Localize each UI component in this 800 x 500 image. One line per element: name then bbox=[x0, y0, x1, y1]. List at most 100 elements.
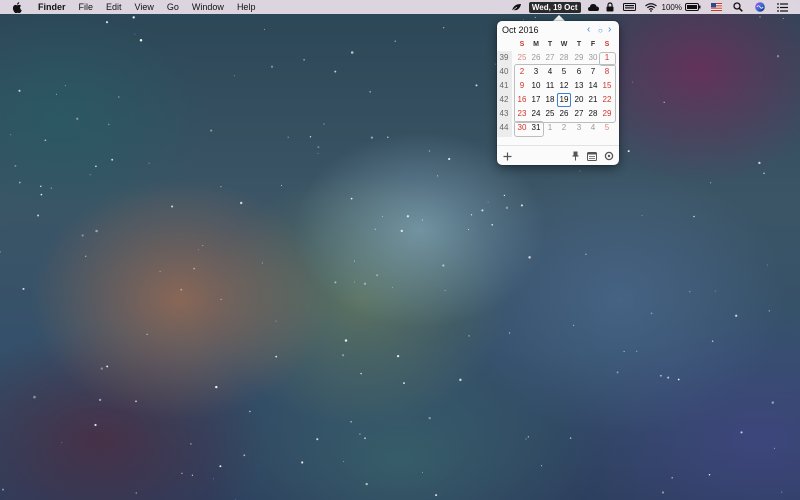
star bbox=[317, 146, 320, 149]
flag-us-icon[interactable] bbox=[710, 0, 722, 14]
calendar-day[interactable]: 10 bbox=[529, 79, 543, 93]
today-button[interactable]: ○ bbox=[598, 25, 603, 36]
calendar-day[interactable]: 5 bbox=[557, 65, 571, 79]
calendar-day-today[interactable]: 19 bbox=[557, 93, 571, 107]
star bbox=[33, 395, 36, 399]
star bbox=[365, 482, 368, 486]
menu-file[interactable]: File bbox=[79, 0, 94, 14]
star bbox=[428, 416, 431, 420]
star bbox=[18, 89, 21, 92]
calendar-day[interactable]: 25 bbox=[515, 51, 529, 65]
calendar-day[interactable]: 2 bbox=[515, 65, 529, 79]
menu-go[interactable]: Go bbox=[167, 0, 179, 14]
calendar-day[interactable]: 3 bbox=[529, 65, 543, 79]
lock-icon[interactable] bbox=[605, 0, 615, 14]
star bbox=[180, 288, 183, 291]
star bbox=[781, 491, 783, 493]
cloud-icon[interactable] bbox=[587, 0, 601, 14]
star bbox=[139, 38, 143, 42]
calendar-day[interactable]: 3 bbox=[572, 121, 586, 135]
next-month-button[interactable]: › bbox=[608, 24, 611, 35]
calendar-day[interactable]: 8 bbox=[600, 65, 614, 79]
calendar-day[interactable]: 16 bbox=[515, 93, 529, 107]
calendar-day[interactable]: 4 bbox=[586, 121, 600, 135]
calendar-day[interactable]: 18 bbox=[543, 93, 557, 107]
calendar-day[interactable]: 27 bbox=[543, 51, 557, 65]
date-display[interactable]: Wed, 19 Oct bbox=[528, 1, 581, 13]
menu-help[interactable]: Help bbox=[237, 0, 256, 14]
star bbox=[350, 197, 353, 200]
battery-icon[interactable] bbox=[684, 0, 702, 14]
keyboard-icon[interactable] bbox=[623, 0, 637, 14]
calendar-day[interactable]: 29 bbox=[572, 51, 586, 65]
calendar-day[interactable]: 12 bbox=[557, 79, 571, 93]
star bbox=[444, 289, 446, 292]
star bbox=[505, 206, 509, 209]
calendar-day[interactable]: 1 bbox=[543, 121, 557, 135]
weekday-header: W bbox=[560, 41, 568, 48]
calendar-day[interactable]: 2 bbox=[557, 121, 571, 135]
calendar-day[interactable]: 26 bbox=[529, 51, 543, 65]
calendar-day[interactable]: 7 bbox=[586, 65, 600, 79]
calendar-icon[interactable] bbox=[586, 150, 598, 162]
star bbox=[18, 181, 21, 184]
app-menu-finder[interactable]: Finder bbox=[38, 0, 66, 14]
leaf-icon[interactable] bbox=[510, 0, 524, 14]
menu-edit[interactable]: Edit bbox=[106, 0, 122, 14]
settings-icon[interactable] bbox=[603, 150, 615, 162]
search-icon[interactable] bbox=[732, 0, 744, 14]
calendar-day[interactable]: 25 bbox=[543, 107, 557, 121]
calendar-footer bbox=[497, 145, 619, 166]
calendar-day[interactable]: 4 bbox=[543, 65, 557, 79]
calendar-day[interactable]: 14 bbox=[586, 79, 600, 93]
calendar-day[interactable]: 6 bbox=[572, 65, 586, 79]
list-icon[interactable] bbox=[776, 0, 788, 14]
apple-logo-icon[interactable] bbox=[10, 0, 24, 14]
calendar-day[interactable]: 29 bbox=[600, 107, 614, 121]
calendar-day[interactable]: 28 bbox=[586, 107, 600, 121]
star bbox=[527, 436, 529, 438]
star bbox=[585, 253, 587, 255]
star bbox=[316, 438, 319, 441]
siri-icon[interactable] bbox=[754, 0, 766, 14]
menu-view[interactable]: View bbox=[135, 0, 154, 14]
calendar-day[interactable]: 17 bbox=[529, 93, 543, 107]
menu-window[interactable]: Window bbox=[192, 0, 224, 14]
calendar-day[interactable]: 30 bbox=[586, 51, 600, 65]
calendar-day[interactable]: 26 bbox=[557, 107, 571, 121]
star bbox=[239, 201, 243, 205]
calendar-day[interactable]: 30 bbox=[515, 121, 529, 135]
calendar-day[interactable]: 27 bbox=[572, 107, 586, 121]
calendar-day[interactable]: 5 bbox=[600, 121, 614, 135]
add-icon[interactable] bbox=[501, 150, 513, 162]
calendar-day[interactable]: 24 bbox=[529, 107, 543, 121]
star bbox=[2, 488, 4, 491]
pin-icon[interactable] bbox=[569, 150, 581, 162]
calendar-day[interactable]: 9 bbox=[515, 79, 529, 93]
star bbox=[50, 187, 52, 189]
calendar-day[interactable]: 20 bbox=[572, 93, 586, 107]
calendar-day[interactable]: 13 bbox=[572, 79, 586, 93]
star bbox=[76, 117, 79, 120]
star bbox=[135, 492, 138, 494]
calendar-day[interactable]: 15 bbox=[600, 79, 614, 93]
weekday-header: S bbox=[604, 41, 610, 48]
star bbox=[421, 219, 424, 221]
wifi-icon[interactable] bbox=[644, 0, 658, 14]
calendar-day[interactable]: 23 bbox=[515, 107, 529, 121]
calendar-day[interactable]: 1 bbox=[600, 51, 614, 65]
star bbox=[442, 264, 445, 267]
star bbox=[403, 382, 405, 385]
star bbox=[711, 340, 714, 342]
calendar-day[interactable]: 31 bbox=[529, 121, 543, 135]
calendar-day[interactable]: 22 bbox=[600, 93, 614, 107]
calendar-day[interactable]: 21 bbox=[586, 93, 600, 107]
calendar-day[interactable]: 28 bbox=[557, 51, 571, 65]
battery-percentage[interactable]: 100% bbox=[662, 3, 682, 12]
star bbox=[95, 229, 98, 233]
week-row: 41 9 10 11 12 13 14 15 bbox=[497, 79, 619, 93]
calendar-day[interactable]: 11 bbox=[543, 79, 557, 93]
star bbox=[344, 339, 348, 342]
previous-month-button[interactable]: ‹ bbox=[587, 24, 590, 35]
star bbox=[0, 250, 1, 253]
